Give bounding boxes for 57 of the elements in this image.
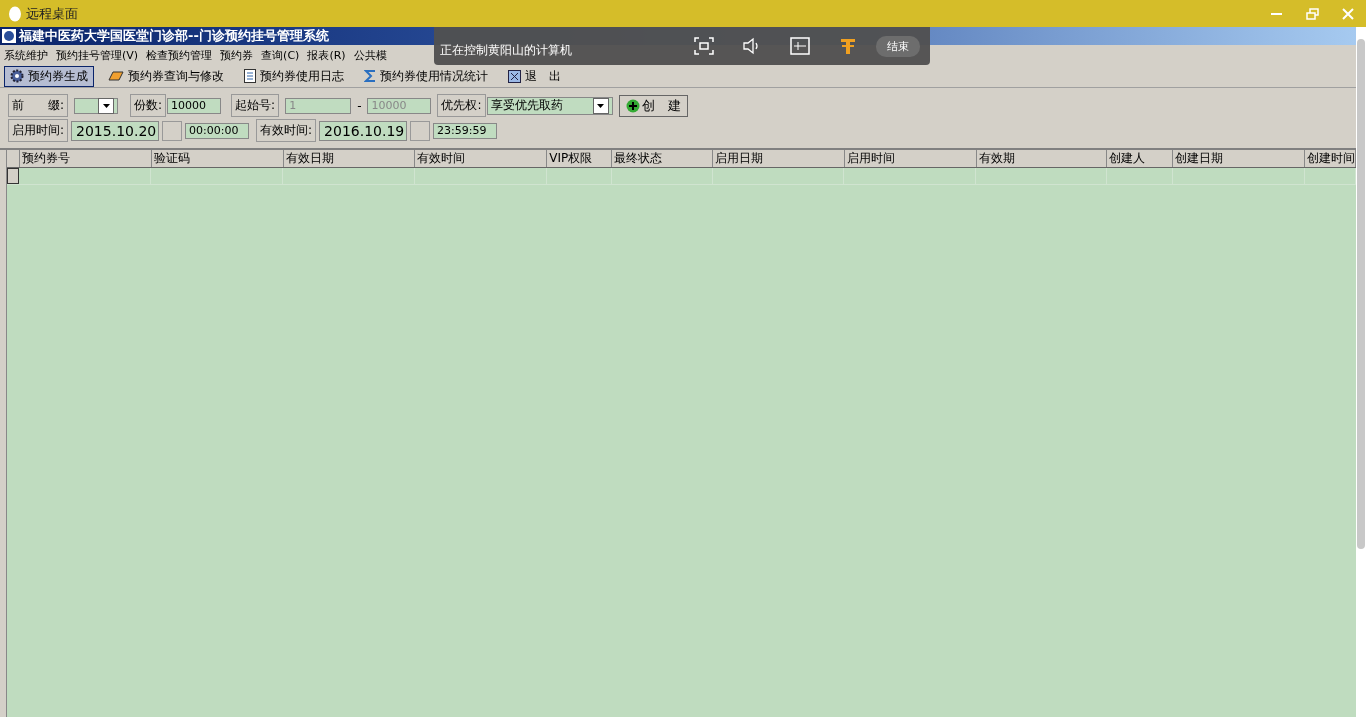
priority-dropdown[interactable]: 享受优先取药 bbox=[486, 96, 613, 115]
prefix-label: 前 缀: bbox=[8, 94, 69, 117]
end-button[interactable]: 结束 bbox=[876, 35, 920, 57]
window-icon[interactable] bbox=[790, 37, 810, 55]
start-time-field[interactable]: 00:00:00 bbox=[185, 122, 250, 139]
menu-item[interactable]: 检查预约管理 bbox=[146, 47, 213, 63]
column-header[interactable]: VIP权限 bbox=[547, 150, 613, 167]
row-selector[interactable] bbox=[7, 168, 19, 184]
app-title: 福建中医药大学国医堂门诊部--门诊预约挂号管理系统 bbox=[19, 27, 329, 45]
start-number-label: 起始号: bbox=[231, 94, 280, 117]
start-date-field[interactable]: 2015.10.20 bbox=[71, 120, 160, 141]
remote-status-text: 正在控制黄阳山的计算机 bbox=[440, 41, 573, 59]
column-header[interactable]: 验证码 bbox=[151, 150, 284, 167]
app-logo-icon bbox=[2, 29, 16, 43]
window-title: 远程桌面 bbox=[26, 4, 79, 23]
valid-time-label: 有效时间: bbox=[256, 119, 317, 142]
menu-item[interactable]: 查询(C) bbox=[261, 47, 300, 63]
column-header[interactable]: 启用时间 bbox=[844, 150, 977, 167]
column-header[interactable]: 有效时间 bbox=[415, 150, 548, 167]
column-header[interactable]: 有效期 bbox=[976, 150, 1108, 167]
dropdown-arrow-icon bbox=[597, 103, 605, 108]
toolbar-button[interactable]: 预约券使用日志 bbox=[238, 65, 350, 87]
column-header[interactable]: 有效日期 bbox=[283, 150, 416, 167]
create-button[interactable]: 创 建 bbox=[618, 94, 688, 117]
sigma-icon bbox=[364, 69, 376, 83]
start-time-label: 启用时间: bbox=[8, 119, 69, 142]
pin-icon[interactable] bbox=[840, 37, 856, 55]
document-icon bbox=[244, 69, 256, 83]
gear-icon bbox=[10, 69, 24, 83]
count-label: 份数: bbox=[130, 94, 167, 117]
column-header[interactable]: 创建日期 bbox=[1173, 150, 1306, 167]
valid-date-field[interactable]: 2016.10.19 bbox=[319, 120, 408, 141]
priority-label: 优先权: bbox=[437, 94, 486, 117]
valid-time-field[interactable]: 23:59:59 bbox=[433, 122, 498, 139]
scrollbar[interactable] bbox=[1356, 27, 1366, 717]
menu-item[interactable]: 报表(R) bbox=[307, 47, 346, 63]
menu-item[interactable]: 预约券 bbox=[220, 47, 254, 63]
menu-item[interactable]: 系统维护 bbox=[4, 47, 48, 63]
range-dash: - bbox=[357, 98, 362, 113]
fullscreen-icon[interactable] bbox=[694, 37, 714, 55]
exit-icon bbox=[508, 69, 521, 83]
column-header[interactable]: 创建时间 bbox=[1305, 150, 1356, 167]
menu-item[interactable]: 公共模 bbox=[353, 47, 387, 63]
toolbar-button[interactable]: 预约券查询与修改 bbox=[102, 65, 230, 87]
toolbar-button[interactable]: 退 出 bbox=[502, 65, 567, 87]
toolbar-button[interactable]: 预约券生成 bbox=[4, 65, 94, 87]
column-header[interactable]: 最终状态 bbox=[612, 150, 713, 167]
prefix-dropdown[interactable] bbox=[74, 97, 119, 114]
eraser-icon bbox=[108, 70, 124, 82]
count-field[interactable]: 10000 bbox=[167, 97, 222, 114]
column-header[interactable]: 创建人 bbox=[1107, 150, 1174, 167]
column-header[interactable]: 启用日期 bbox=[712, 150, 845, 167]
column-header[interactable]: 预约券号 bbox=[20, 150, 152, 167]
plus-icon bbox=[625, 98, 640, 113]
toolbar-button[interactable]: 预约券使用情况统计 bbox=[358, 65, 494, 87]
menu-item[interactable]: 预约挂号管理(V) bbox=[56, 47, 139, 63]
dropdown-arrow-icon bbox=[102, 103, 110, 108]
